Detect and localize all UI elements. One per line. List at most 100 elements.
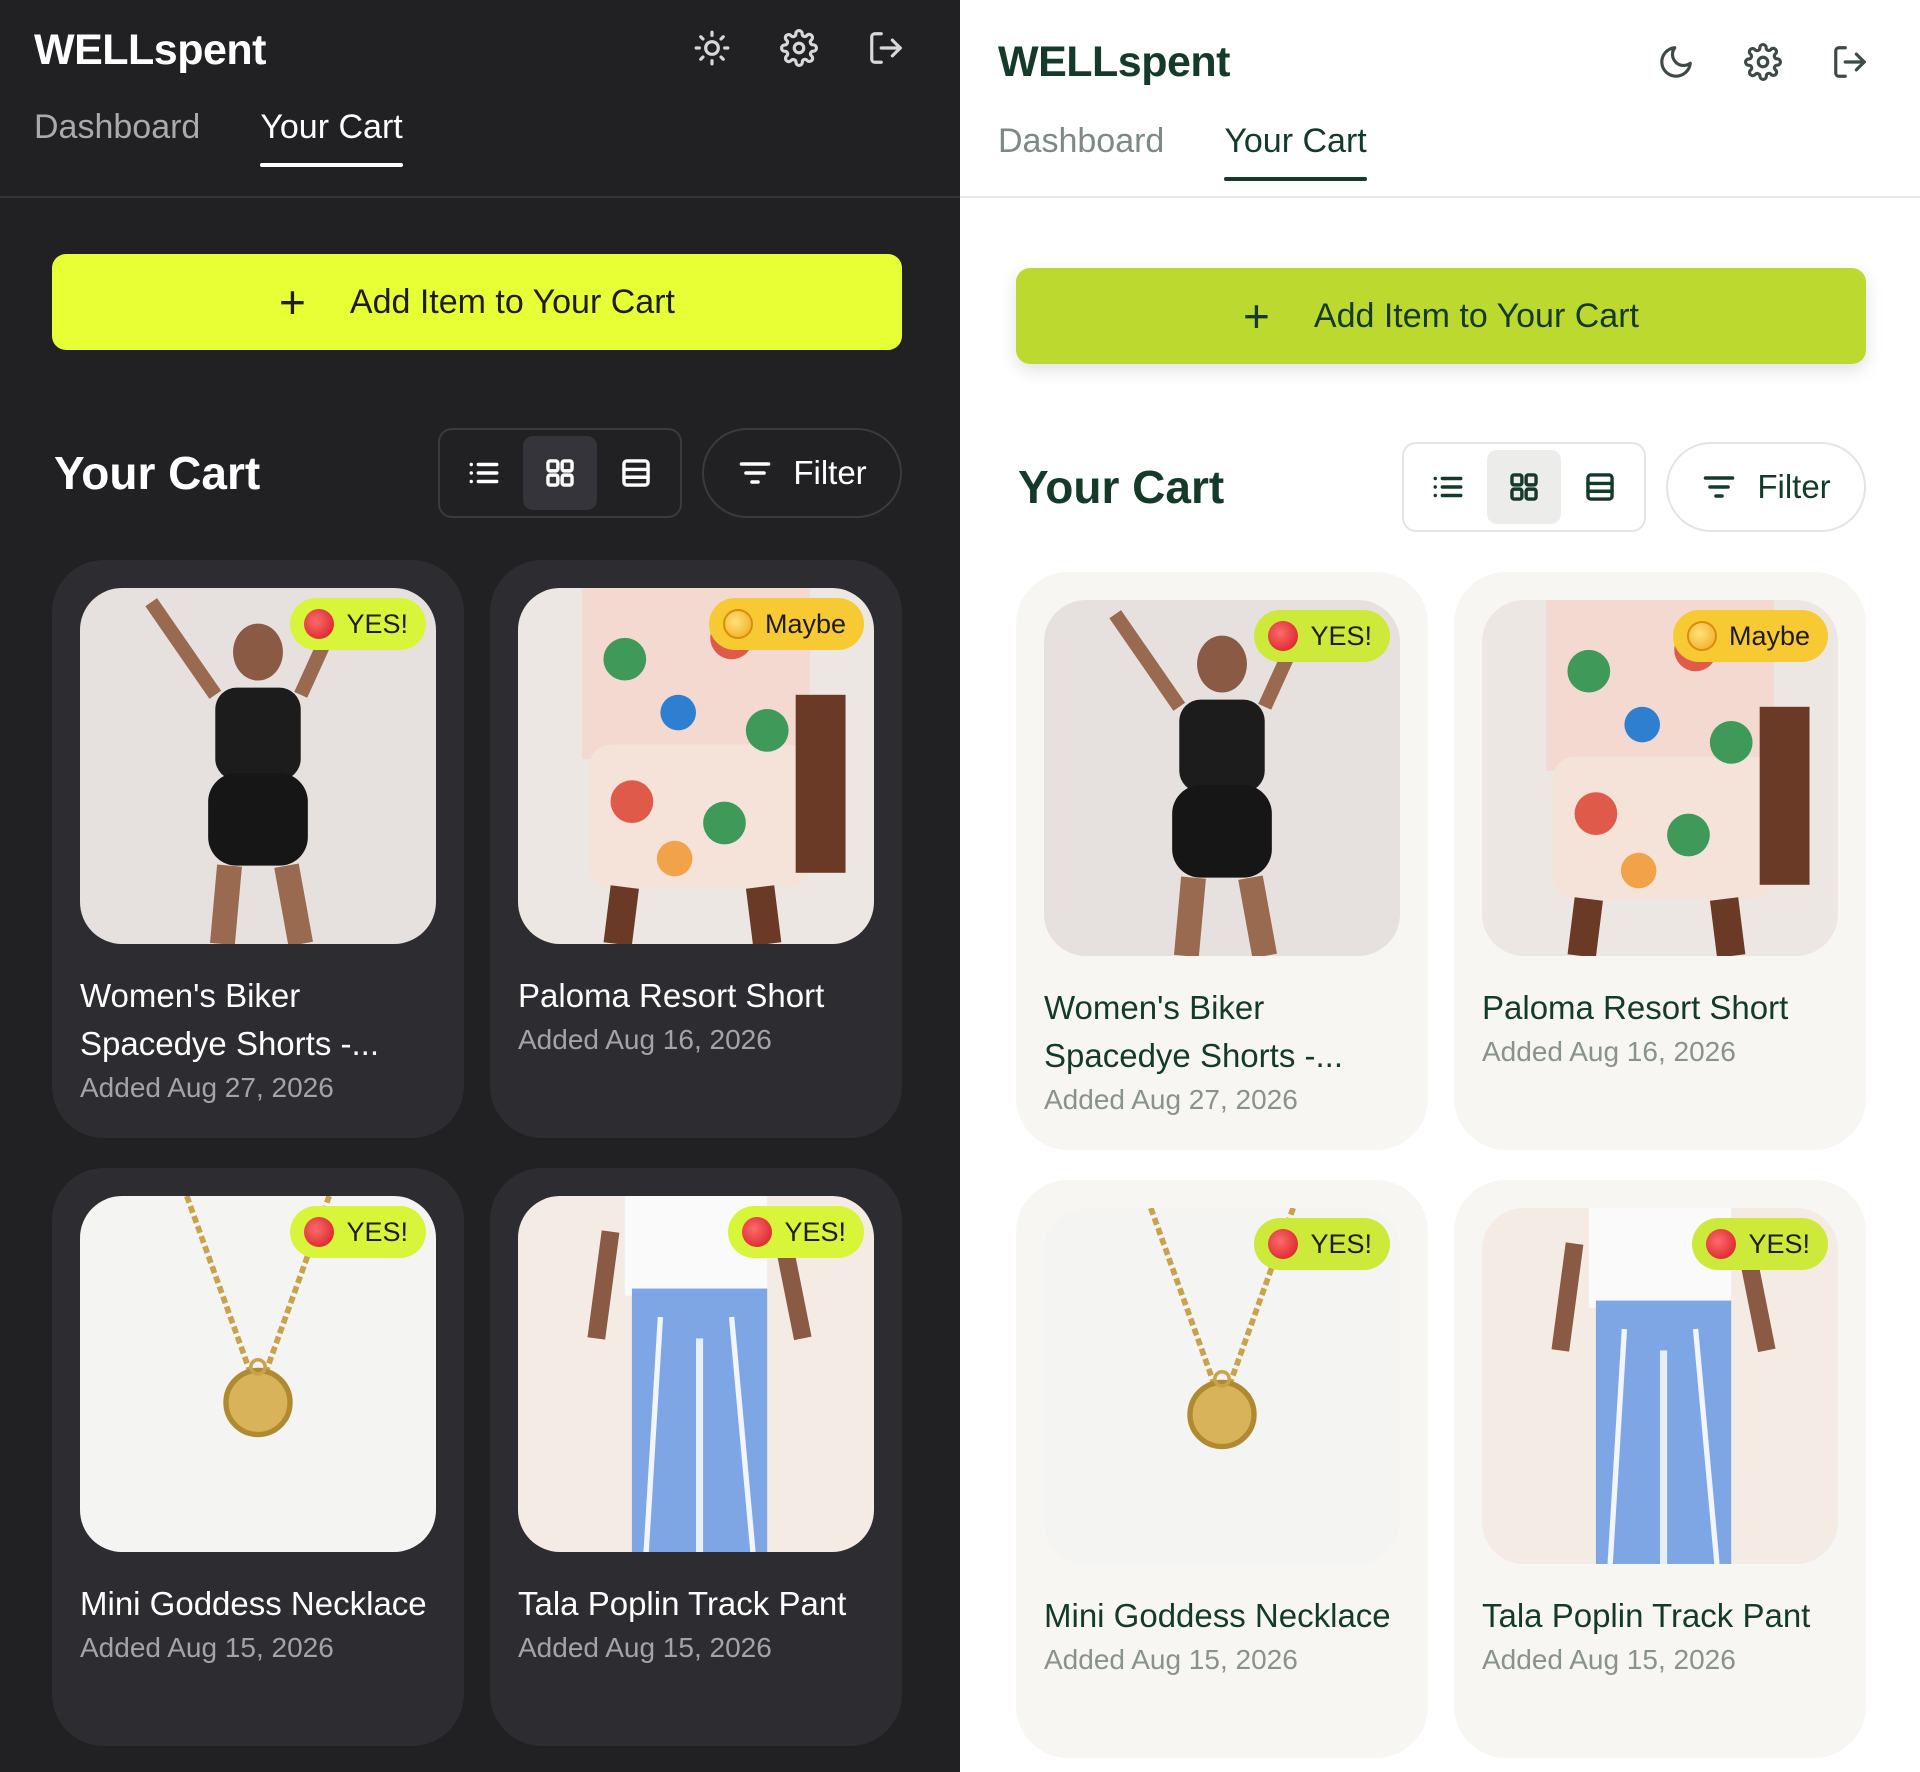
gear-icon [1744, 43, 1782, 81]
item-date: Added Aug 27, 2026 [80, 1072, 334, 1103]
cart-item-card[interactable]: YES! Women's Biker Spacedye Shorts -... … [52, 560, 464, 1138]
grid-icon [1510, 473, 1538, 501]
badge-label: Maybe [1728, 620, 1810, 651]
rows-icon [1586, 473, 1614, 501]
sun-icon [694, 30, 730, 66]
product-image: YES! [80, 588, 436, 944]
product-image: YES! [1482, 1208, 1838, 1564]
cart-item-card[interactable]: YES! Tala Poplin Track Pant Added Aug 15… [490, 1168, 902, 1746]
add-item-label: Add Item to Your Cart [349, 282, 675, 321]
item-date: Added Aug 16, 2026 [1482, 1036, 1736, 1067]
item-date: Added Aug 15, 2026 [80, 1632, 334, 1663]
cart-toolbar: Your Cart Filter [52, 428, 902, 518]
tab-dashboard[interactable]: Dashboard [34, 108, 200, 167]
status-badge: Maybe [708, 598, 864, 650]
list-view-button[interactable] [1411, 450, 1485, 524]
thinking-face-icon [1686, 621, 1717, 651]
main-tabs: Dashboard Your Cart [998, 122, 1368, 181]
item-title: Tala Poplin Track Pant [518, 1585, 847, 1622]
filter-button[interactable]: Filter [1666, 442, 1866, 532]
light-theme-panel: WELLspent Dashboard Your Cart + Add Item… [960, 0, 1920, 1772]
list-icon [1433, 476, 1463, 498]
settings-button[interactable] [777, 26, 821, 70]
header-actions [1654, 40, 1872, 84]
filter-button[interactable]: Filter [702, 428, 902, 518]
status-badge: Maybe [1672, 610, 1828, 662]
cart-item-card[interactable]: YES! Mini Goddess Necklace Added Aug 15,… [52, 1168, 464, 1746]
logout-icon [870, 32, 902, 64]
badge-label: YES! [784, 1216, 846, 1247]
status-badge: YES! [728, 1206, 864, 1258]
heart-icon [1268, 621, 1299, 651]
logout-button[interactable] [1828, 40, 1872, 84]
cart-item-card[interactable]: YES! Women's Biker Spacedye Shorts -... … [1016, 572, 1428, 1150]
add-item-label: Add Item to Your Cart [1313, 296, 1639, 335]
grid-icon [546, 459, 574, 487]
item-title: Mini Goddess Necklace [80, 1585, 427, 1622]
item-date: Added Aug 27, 2026 [1044, 1084, 1298, 1115]
filter-label: Filter [1757, 468, 1831, 505]
heart-icon [1268, 1229, 1299, 1259]
item-date: Added Aug 15, 2026 [1044, 1644, 1298, 1675]
moon-icon [1660, 46, 1692, 78]
theme-toggle-button[interactable] [690, 26, 734, 70]
settings-button[interactable] [1741, 40, 1785, 84]
app-header: WELLspent Dashboard Your Cart [960, 0, 1920, 198]
app-header: WELLspent Dashboard Your Cart [0, 0, 960, 198]
badge-label: YES! [1748, 1228, 1810, 1259]
main-tabs: Dashboard Your Cart [34, 108, 404, 167]
status-badge: YES! [1254, 610, 1390, 662]
cart-item-card[interactable]: YES! Tala Poplin Track Pant Added Aug 15… [1454, 1180, 1866, 1758]
cart-item-card[interactable]: Maybe Paloma Resort Short Added Aug 16, … [490, 560, 902, 1138]
item-title: Tala Poplin Track Pant [1482, 1597, 1811, 1634]
badge-label: YES! [1310, 620, 1372, 651]
add-item-button[interactable]: + Add Item to Your Cart [1016, 268, 1866, 364]
product-image: YES! [80, 1196, 436, 1552]
tab-dashboard[interactable]: Dashboard [998, 122, 1164, 181]
filter-label: Filter [793, 454, 867, 491]
status-badge: YES! [290, 1206, 426, 1258]
product-image: YES! [518, 1196, 874, 1552]
badge-label: YES! [1310, 1228, 1372, 1259]
view-toggle [1402, 442, 1646, 532]
cart-item-card[interactable]: YES! Mini Goddess Necklace Added Aug 15,… [1016, 1180, 1428, 1758]
app-logo: WELLspent [34, 26, 266, 74]
tab-your-cart[interactable]: Your Cart [260, 108, 404, 167]
list-view-button[interactable] [447, 436, 521, 510]
heart-icon [742, 1217, 773, 1247]
add-item-button[interactable]: + Add Item to Your Cart [52, 254, 902, 350]
thinking-face-icon [722, 609, 753, 639]
item-title: Paloma Resort Short [518, 977, 825, 1014]
plus-icon: + [279, 276, 306, 328]
item-date: Added Aug 16, 2026 [518, 1024, 772, 1055]
cart-toolbar: Your Cart Filter [1016, 442, 1866, 532]
status-badge: YES! [1692, 1218, 1828, 1270]
item-date: Added Aug 15, 2026 [518, 1632, 772, 1663]
section-title: Your Cart [54, 447, 261, 499]
cart-item-card[interactable]: Maybe Paloma Resort Short Added Aug 16, … [1454, 572, 1866, 1150]
dark-theme-panel: WELLspent Dashboard Your Cart + Add Item… [0, 0, 960, 1772]
list-icon [469, 462, 499, 484]
item-title: Women's Biker Spacedye Shorts -... [1044, 989, 1343, 1074]
view-toggle [438, 428, 682, 518]
cart-grid: YES! Women's Biker Spacedye Shorts -... … [1016, 572, 1866, 1758]
compact-view-button[interactable] [599, 436, 673, 510]
item-title: Women's Biker Spacedye Shorts -... [80, 977, 379, 1062]
item-title: Paloma Resort Short [1482, 989, 1789, 1026]
filter-icon [1704, 476, 1735, 498]
rows-icon [622, 459, 650, 487]
cart-grid: YES! Women's Biker Spacedye Shorts -... … [52, 560, 902, 1746]
item-title: Mini Goddess Necklace [1044, 1597, 1391, 1634]
compact-view-button[interactable] [1563, 450, 1637, 524]
grid-view-button[interactable] [1487, 450, 1561, 524]
logout-icon [1834, 46, 1866, 78]
logout-button[interactable] [864, 26, 908, 70]
tab-your-cart[interactable]: Your Cart [1224, 122, 1368, 181]
product-image: YES! [1044, 1208, 1400, 1564]
header-actions [690, 26, 908, 70]
product-image: Maybe [518, 588, 874, 944]
theme-toggle-button[interactable] [1654, 40, 1698, 84]
grid-view-button[interactable] [523, 436, 597, 510]
heart-icon [304, 609, 335, 639]
badge-label: Maybe [764, 608, 846, 639]
